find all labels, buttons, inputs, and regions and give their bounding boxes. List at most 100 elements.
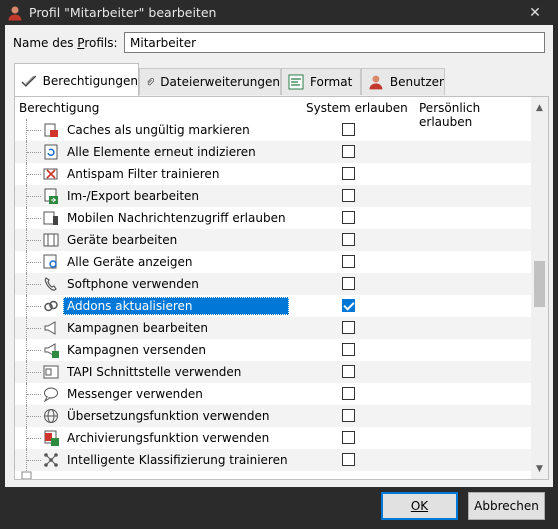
permission-label[interactable]: Softphone verwenden [63, 275, 203, 293]
permission-row[interactable]: Alle Elemente erneut indizieren [15, 141, 532, 163]
system-allow-checkbox[interactable] [342, 189, 355, 202]
profile-name-input[interactable] [124, 32, 545, 53]
permission-label[interactable]: Caches als ungültig markieren [63, 121, 254, 139]
system-allow-checkbox[interactable] [342, 365, 355, 378]
tab-label: Format [310, 75, 353, 89]
reindex-icon [44, 144, 58, 160]
ok-button[interactable]: OK [381, 492, 458, 520]
tree-branch [27, 460, 41, 462]
dialog-window: Profil "Mitarbeiter" bearbeiten ✕ Name d… [0, 0, 558, 529]
system-allow-checkbox[interactable] [342, 299, 355, 312]
permission-row[interactable]: Messenger verwenden [15, 383, 532, 405]
checkmark-icon [21, 75, 37, 87]
system-allow-checkbox[interactable] [342, 277, 355, 290]
permission-row[interactable]: Softphone verwenden [15, 273, 532, 295]
permission-row[interactable]: Übersetzungsfunktion verwenden [15, 405, 532, 427]
title-bar[interactable]: Profil "Mitarbeiter" bearbeiten ✕ [0, 0, 558, 25]
system-allow-checkbox[interactable] [342, 387, 355, 400]
globe-icon [44, 409, 58, 423]
system-allow-checkbox[interactable] [342, 431, 355, 444]
tree-branch [27, 130, 41, 132]
paperclip-icon [147, 78, 155, 86]
tab-label: Dateierweiterungen [160, 75, 280, 89]
archive-icon [44, 430, 59, 446]
tree-branch [27, 350, 41, 352]
permission-list: Caches als ungültig markieren Alle Elemen… [15, 119, 532, 474]
tab-label: Benutzer [389, 75, 444, 89]
tree-branch [27, 438, 41, 440]
window-title: Profil "Mitarbeiter" bearbeiten [29, 5, 217, 20]
permission-row[interactable]: Addons aktualisieren [15, 295, 532, 317]
system-allow-checkbox[interactable] [342, 167, 355, 180]
permission-label[interactable]: Messenger verwenden [63, 385, 207, 403]
permission-label[interactable]: Archivierungsfunktion verwenden [63, 429, 273, 447]
system-allow-checkbox[interactable] [342, 409, 355, 422]
permission-label[interactable]: Im-/Export bearbeiten [63, 187, 203, 205]
tree-branch [27, 152, 41, 154]
system-allow-checkbox[interactable] [342, 343, 355, 356]
tab-dateierweiterungen[interactable]: Dateierweiterungen [139, 68, 281, 95]
permission-row[interactable]: Kampagnen versenden [15, 339, 532, 361]
permission-label[interactable]: TAPI Schnittstelle verwenden [63, 363, 245, 381]
scroll-up-icon[interactable]: ▲ [531, 99, 548, 116]
tree-branch [27, 328, 41, 330]
profile-name-label: Name des Profils: [13, 36, 118, 50]
system-allow-checkbox[interactable] [342, 145, 355, 158]
devices-view-icon [43, 254, 57, 269]
addons-icon [44, 300, 58, 312]
tree-partial-row [15, 471, 35, 479]
dialog-body: Name des Profils: Berechtigungen Dateier… [5, 25, 553, 487]
user-icon [369, 75, 383, 90]
permission-label[interactable]: Intelligente Klassifizierung trainieren [63, 451, 292, 469]
tab-berechtigungen[interactable]: Berechtigungen [14, 63, 139, 97]
permission-row[interactable]: Geräte bearbeiten [15, 229, 532, 251]
tab-label: Berechtigungen [42, 73, 138, 88]
permission-row[interactable]: Mobilen Nachrichtenzugriff erlauben [15, 207, 532, 229]
permission-label[interactable]: Alle Elemente erneut indizieren [63, 143, 260, 161]
megaphone-icon [44, 321, 56, 335]
permission-label[interactable]: Kampagnen bearbeiten [63, 319, 212, 337]
cancel-button[interactable]: Abbrechen [468, 492, 545, 520]
tree-branch [27, 372, 41, 374]
cache-invalidate-icon [44, 123, 58, 137]
permission-label[interactable]: Übersetzungsfunktion verwenden [63, 407, 273, 425]
system-allow-checkbox[interactable] [342, 233, 355, 246]
permission-row[interactable]: Intelligente Klassifizierung trainieren [15, 449, 532, 471]
permission-label[interactable]: Addons aktualisieren [63, 297, 289, 315]
permission-label[interactable]: Mobilen Nachrichtenzugriff erlauben [63, 209, 290, 227]
megaphone-send-icon [44, 343, 59, 358]
vertical-scrollbar[interactable]: ▲ ▼ [531, 97, 548, 479]
permission-row[interactable]: TAPI Schnittstelle verwenden [15, 361, 532, 383]
phone-icon [44, 277, 57, 291]
system-allow-checkbox[interactable] [342, 453, 355, 466]
system-allow-checkbox[interactable] [342, 211, 355, 224]
permission-label[interactable]: Alle Geräte anzeigen [63, 253, 197, 271]
close-button[interactable]: ✕ [512, 0, 558, 25]
mobile-access-icon [43, 211, 58, 225]
permission-label[interactable]: Kampagnen versenden [63, 341, 210, 359]
system-allow-checkbox[interactable] [342, 255, 355, 268]
col-berechtigung[interactable]: Berechtigung [19, 101, 99, 115]
col-system-erlauben[interactable]: System erlauben [306, 101, 408, 115]
tapi-icon [43, 365, 59, 379]
format-icon [288, 74, 304, 90]
permission-label[interactable]: Geräte bearbeiten [63, 231, 181, 249]
permission-row[interactable]: Caches als ungültig markieren [15, 119, 532, 141]
permission-label[interactable]: Antispam Filter trainieren [63, 165, 223, 183]
permission-row[interactable]: Im-/Export bearbeiten [15, 185, 532, 207]
tree-branch [27, 394, 41, 396]
permission-row[interactable]: Archivierungsfunktion verwenden [15, 427, 532, 449]
scroll-thumb[interactable] [534, 261, 545, 307]
network-icon [44, 453, 58, 467]
tab-benutzer[interactable]: Benutzer [361, 68, 445, 95]
tab-format[interactable]: Format [281, 68, 361, 95]
system-allow-checkbox[interactable] [342, 321, 355, 334]
permission-row[interactable]: Kampagnen bearbeiten [15, 317, 532, 339]
chat-icon [43, 387, 58, 402]
permission-row[interactable]: Antispam Filter trainieren [15, 163, 532, 185]
tree-node-icon [21, 471, 32, 479]
scroll-down-icon[interactable]: ▼ [531, 460, 548, 477]
permission-row[interactable]: Alle Geräte anzeigen [15, 251, 532, 273]
tree-branch [27, 174, 41, 176]
system-allow-checkbox[interactable] [342, 123, 355, 136]
